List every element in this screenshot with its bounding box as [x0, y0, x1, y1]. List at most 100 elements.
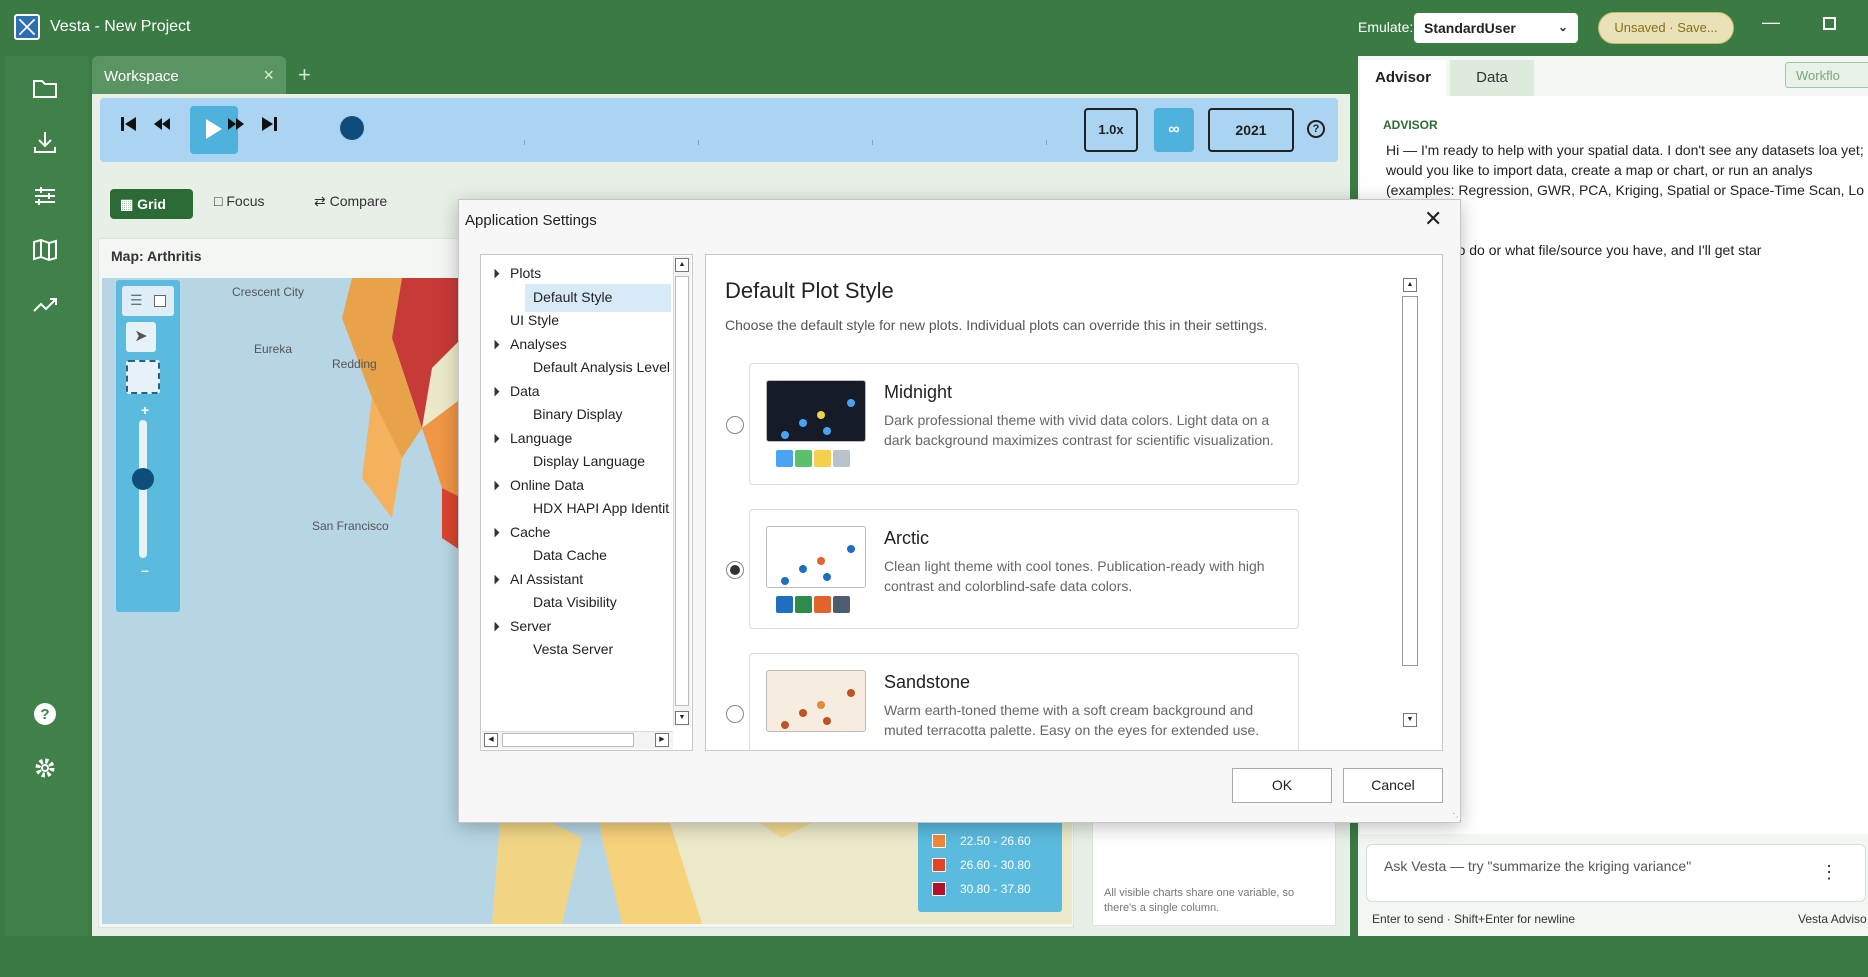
preview-dot	[799, 565, 807, 573]
timeline-scrubber[interactable]	[340, 116, 364, 140]
scroll-up-icon[interactable]: ▲	[675, 258, 689, 272]
tree-item[interactable]: UI Style	[510, 312, 559, 328]
scroll-down-icon[interactable]: ▼	[675, 711, 689, 725]
preview-dot	[817, 411, 825, 419]
cancel-button[interactable]: Cancel	[1343, 768, 1443, 803]
pointer-icon[interactable]: ➤	[126, 322, 156, 352]
title-bar	[0, 0, 1868, 56]
scroll-down-icon[interactable]: ▼	[1403, 713, 1417, 727]
tab-advisor[interactable]: Advisor	[1360, 60, 1446, 96]
zoom-in-icon[interactable]: +	[141, 402, 149, 418]
zoom-out-icon[interactable]: –	[141, 562, 149, 578]
style-swatches	[776, 450, 852, 472]
preview-dot	[799, 419, 807, 427]
tree-item[interactable]: Data	[510, 383, 540, 399]
tab-workspace[interactable]: Workspace ×	[92, 56, 286, 94]
tree-item[interactable]: Data Visibility	[533, 594, 617, 610]
content-description: Choose the default style for new plots. …	[725, 317, 1268, 333]
style-swatches	[776, 596, 852, 618]
style-radio[interactable]	[726, 705, 744, 723]
focus-view-button[interactable]: □ Focus	[214, 193, 264, 209]
tree-item[interactable]: Server	[510, 618, 551, 634]
help-icon[interactable]: ?	[1307, 120, 1325, 138]
speed-button[interactable]: 1.0x	[1084, 108, 1138, 152]
settings-icon[interactable]	[31, 754, 63, 786]
tab-data[interactable]: Data	[1450, 60, 1534, 96]
close-icon[interactable]: ✕	[1424, 206, 1442, 232]
square-icon	[154, 295, 166, 307]
tree-item[interactable]: Default Style	[533, 289, 612, 305]
folder-icon[interactable]	[31, 74, 63, 106]
color-swatch	[776, 450, 793, 467]
style-name: Midnight	[884, 382, 953, 402]
style-card[interactable]: Arctic Clean light theme with cool tones.…	[749, 509, 1299, 629]
map-icon[interactable]	[31, 236, 63, 268]
tree-item[interactable]: Vesta Server	[533, 641, 613, 657]
place-label: Eureka	[254, 342, 292, 356]
fast-forward-icon[interactable]	[226, 114, 246, 140]
tree-item[interactable]: HDX HAPI App Identit	[533, 500, 669, 516]
trend-icon[interactable]	[31, 290, 63, 322]
legend-label: 26.60 - 30.80	[960, 858, 1031, 872]
style-card[interactable]: Sandstone Warm earth-toned theme with a s…	[749, 653, 1299, 750]
skip-start-icon[interactable]	[120, 114, 138, 140]
tree-vertical-thumb[interactable]	[675, 276, 689, 706]
tree-item[interactable]: Online Data	[510, 477, 584, 493]
zoom-box-icon[interactable]	[126, 360, 160, 394]
emulate-select[interactable]: StandardUser ⌄	[1414, 13, 1578, 43]
content-vertical-thumb[interactable]	[1402, 296, 1418, 666]
workflow-button[interactable]: Workflo	[1785, 62, 1868, 88]
download-icon[interactable]	[31, 128, 63, 160]
scroll-up-icon[interactable]: ▲	[1403, 278, 1417, 292]
zoom-slider-thumb[interactable]	[132, 468, 154, 490]
help-icon[interactable]: ?	[31, 700, 63, 732]
tree-item[interactable]: Analyses	[510, 336, 567, 352]
tree-item[interactable]: Binary Display	[533, 406, 622, 422]
sliders-icon[interactable]	[31, 182, 63, 214]
tree-item[interactable]: AI Assistant	[510, 571, 583, 587]
compare-icon: ⇄	[314, 193, 326, 209]
compare-view-button[interactable]: ⇄ Compare	[314, 193, 387, 210]
style-name: Arctic	[884, 528, 929, 548]
content-heading: Default Plot Style	[725, 278, 894, 303]
tree-item[interactable]: Default Analysis Level	[533, 359, 670, 375]
loop-toggle[interactable]: ∞	[1154, 108, 1194, 152]
preview-dot	[781, 431, 789, 439]
style-radio[interactable]	[726, 416, 744, 434]
tree-item[interactable]: Cache	[510, 524, 550, 540]
year-field[interactable]: 2021	[1208, 108, 1294, 152]
rewind-icon[interactable]	[152, 114, 172, 140]
more-options-icon[interactable]: ⋮	[1820, 862, 1838, 883]
place-label: San Francisco	[312, 519, 389, 533]
window-title: Vesta - New Project	[50, 18, 191, 35]
advisor-heading: ADVISOR	[1383, 118, 1438, 132]
layers-toggle[interactable]: ☰	[122, 286, 174, 316]
scroll-left-icon[interactable]: ◀	[484, 733, 498, 747]
save-status-button[interactable]: Unsaved · Save...	[1598, 12, 1734, 44]
minimize-icon[interactable]: —	[1762, 12, 1780, 33]
tab-workspace-label: Workspace	[104, 68, 179, 85]
map-legend: 22.50 - 26.60 26.60 - 30.80 30.80 - 37.80	[918, 818, 1062, 912]
close-icon[interactable]: ×	[263, 65, 274, 86]
add-tab-icon[interactable]: +	[298, 62, 311, 88]
tree-item[interactable]: Plots	[510, 265, 541, 281]
style-card[interactable]: Midnight Dark professional theme with viv…	[749, 363, 1299, 485]
place-label: Crescent City	[232, 285, 304, 299]
skip-end-icon[interactable]	[260, 114, 278, 140]
style-radio[interactable]	[726, 561, 744, 579]
resize-grip-icon[interactable]: ⋱	[1452, 812, 1462, 823]
chevron-down-icon: ⌄	[1557, 20, 1568, 34]
grid-icon: ▦	[120, 196, 134, 212]
preview-dot	[847, 545, 855, 553]
style-description: Clean light theme with cool tones. Publi…	[884, 558, 1265, 594]
maximize-icon[interactable]	[1823, 17, 1836, 30]
preview-dot	[781, 721, 789, 729]
tree-item[interactable]: Display Language	[533, 453, 645, 469]
grid-view-button[interactable]: ▦ Grid	[110, 189, 193, 219]
tree-horizontal-thumb[interactable]	[502, 733, 634, 747]
color-swatch	[776, 596, 793, 613]
scroll-right-icon[interactable]: ▶	[655, 733, 669, 747]
tree-item[interactable]: Language	[510, 430, 572, 446]
tree-item[interactable]: Data Cache	[533, 547, 607, 563]
ok-button[interactable]: OK	[1232, 768, 1332, 803]
